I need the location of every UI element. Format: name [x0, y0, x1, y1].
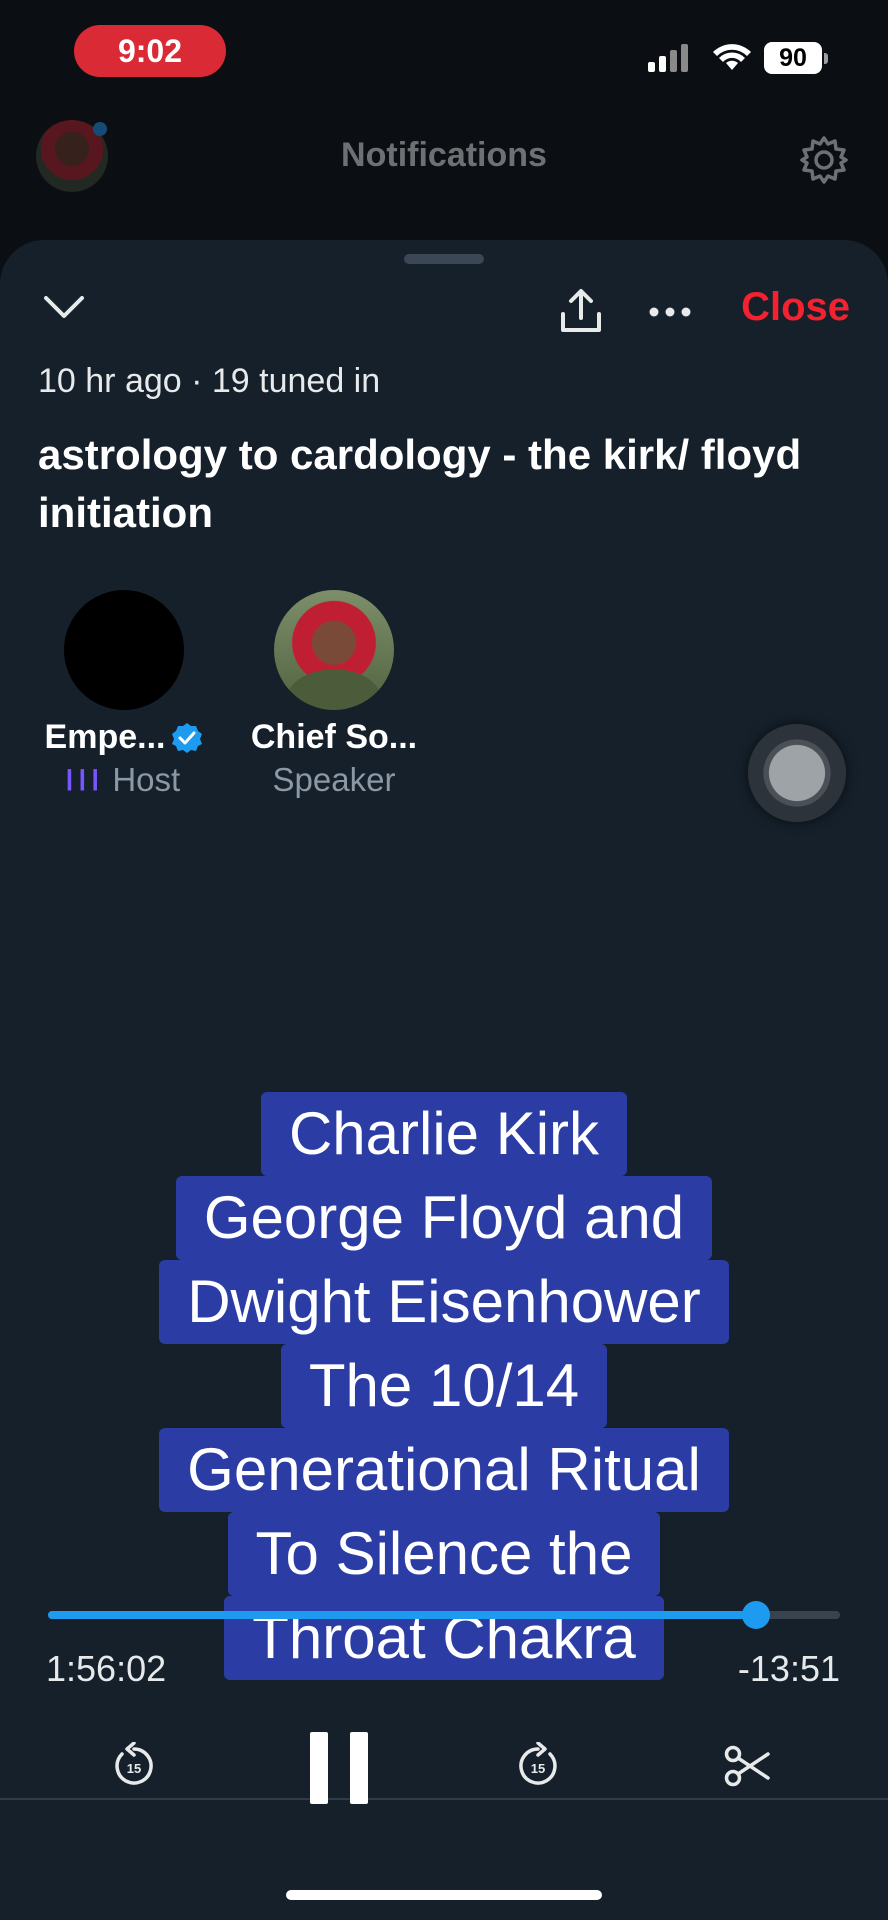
home-indicator[interactable]: [286, 1890, 602, 1900]
participant-host[interactable]: Empe... ▎▎▎ Host: [34, 590, 214, 799]
chevron-down-icon[interactable]: [40, 288, 88, 328]
elapsed-time: 1:56:02: [46, 1648, 167, 1689]
pause-icon[interactable]: [306, 1728, 374, 1808]
floating-reaction-button[interactable]: [748, 724, 846, 822]
page-title: Notifications: [341, 136, 547, 174]
participant-name: Empe...: [44, 718, 166, 756]
playback-scrubber[interactable]: [48, 1601, 840, 1629]
status-bar: 9:02 90: [0, 0, 888, 110]
caption-line: Dwight Eisenhower: [159, 1260, 729, 1344]
unread-dot: [93, 122, 107, 136]
participant-name-row: Empe...: [34, 718, 214, 757]
caption-line: The 10/14: [280, 1344, 608, 1428]
space-title: astrology to cardology - the kirk/ floyd…: [38, 431, 802, 536]
more-icon[interactable]: [648, 306, 692, 318]
status-time: 9:02: [74, 25, 226, 77]
skip-forward-label: 15: [531, 1761, 545, 1776]
divider: [0, 1798, 888, 1800]
skip-forward-15-icon[interactable]: 15: [514, 1742, 562, 1790]
participant-role: Host: [112, 761, 181, 798]
skip-back-15-icon[interactable]: 15: [110, 1742, 158, 1790]
participant-role-row: ▎▎▎ Host: [34, 761, 214, 799]
background-notifications-header: Notifications: [0, 110, 888, 230]
video-caption-overlay: Charlie Kirk George Floyd and Dwight Eisen…: [44, 1092, 844, 1680]
scrubber-thumb[interactable]: [742, 1601, 771, 1629]
space-meta: 10 hr ago · 19 tuned in: [38, 362, 381, 400]
caption-line: George Floyd and: [175, 1176, 713, 1260]
participant-role-row: Speaker: [244, 761, 424, 799]
remaining-time: -13:51: [737, 1648, 840, 1689]
close-button[interactable]: Close: [741, 285, 850, 330]
participant-role: Speaker: [272, 761, 396, 798]
gear-icon: [800, 136, 848, 184]
scissors-clip-icon[interactable]: [724, 1744, 772, 1788]
caption-line: Throat Chakra: [224, 1596, 664, 1680]
share-icon[interactable]: [556, 286, 606, 336]
sheet-grabber[interactable]: [404, 254, 484, 264]
caption-line: To Silence the: [227, 1512, 661, 1596]
participant-name-row: Chief So...: [244, 718, 424, 757]
speaking-bars-icon: ▎▎▎: [67, 769, 108, 790]
caption-line: Charlie Kirk: [260, 1092, 628, 1176]
avatar: [64, 590, 184, 710]
skip-back-label: 15: [127, 1761, 141, 1776]
avatar: [274, 590, 394, 710]
wifi-icon: [713, 44, 751, 70]
battery-indicator: 90: [764, 42, 828, 74]
caption-line: Generational Ritual: [159, 1428, 729, 1512]
participant-name: Chief So...: [250, 718, 418, 756]
playback-progress-fill: [48, 1611, 757, 1619]
verified-badge-icon: [172, 722, 203, 753]
cellular-signal-icon: [648, 44, 688, 72]
participant-speaker[interactable]: Chief So... Speaker: [244, 590, 424, 799]
